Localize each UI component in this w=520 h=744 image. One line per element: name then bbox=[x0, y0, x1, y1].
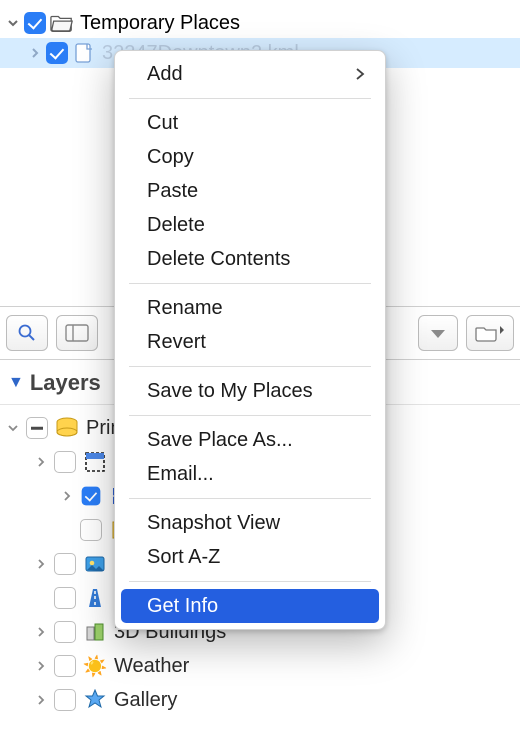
menu-separator bbox=[129, 283, 371, 284]
menu-item-cut[interactable]: Cut bbox=[115, 106, 385, 140]
menu-label: Revert bbox=[147, 331, 206, 354]
menu-label: Delete bbox=[147, 214, 205, 237]
context-menu: Add Cut Copy Paste Delete Delete Content… bbox=[114, 50, 386, 630]
layer-label: Weather bbox=[114, 655, 189, 678]
magnifier-icon bbox=[17, 323, 37, 343]
checkbox-primary-database[interactable] bbox=[26, 417, 48, 439]
chevron-right-icon[interactable] bbox=[34, 693, 48, 707]
panel-toggle-button[interactable] bbox=[56, 315, 98, 351]
menu-label: Paste bbox=[147, 180, 198, 203]
arrow-down-icon bbox=[429, 326, 447, 340]
gallery-icon bbox=[82, 687, 108, 713]
menu-item-copy[interactable]: Copy bbox=[115, 140, 385, 174]
menu-separator bbox=[129, 98, 371, 99]
menu-item-save-to-my-places[interactable]: Save to My Places bbox=[115, 374, 385, 408]
checkbox-borders[interactable] bbox=[54, 451, 76, 473]
folder-open-icon bbox=[50, 11, 74, 35]
menu-label: Rename bbox=[147, 297, 223, 320]
buildings-icon bbox=[82, 619, 108, 645]
chevron-down-icon[interactable] bbox=[6, 16, 20, 30]
layer-row-weather[interactable]: ☀️ Weather bbox=[0, 649, 520, 683]
menu-item-save-place-as[interactable]: Save Place As... bbox=[115, 423, 385, 457]
checkbox-roads[interactable] bbox=[54, 587, 76, 609]
menu-label: Snapshot View bbox=[147, 512, 280, 535]
tree-row-temporary-places[interactable]: Temporary Places bbox=[0, 8, 520, 38]
chevron-right-icon[interactable] bbox=[34, 625, 48, 639]
panel-icon bbox=[65, 324, 89, 342]
menu-label: Email... bbox=[147, 463, 214, 486]
checkbox-weather[interactable] bbox=[54, 655, 76, 677]
menu-label: Delete Contents bbox=[147, 248, 290, 271]
menu-label: Sort A-Z bbox=[147, 546, 220, 569]
dropdown-button[interactable] bbox=[418, 315, 458, 351]
menu-label: Add bbox=[147, 63, 183, 86]
chevron-right-icon[interactable] bbox=[28, 46, 42, 60]
submenu-arrow-icon bbox=[355, 68, 365, 80]
checkbox-photos[interactable] bbox=[54, 553, 76, 575]
menu-item-delete-contents[interactable]: Delete Contents bbox=[115, 242, 385, 276]
chevron-right-icon[interactable] bbox=[60, 489, 74, 503]
menu-item-sort-az[interactable]: Sort A-Z bbox=[115, 540, 385, 574]
menu-separator bbox=[129, 366, 371, 367]
menu-separator bbox=[129, 581, 371, 582]
menu-item-revert[interactable]: Revert bbox=[115, 325, 385, 359]
checkbox-places[interactable] bbox=[80, 519, 102, 541]
tree-label-temporary-places: Temporary Places bbox=[80, 12, 240, 35]
menu-item-snapshot-view[interactable]: Snapshot View bbox=[115, 506, 385, 540]
menu-item-email[interactable]: Email... bbox=[115, 457, 385, 491]
weather-icon: ☀️ bbox=[82, 653, 108, 679]
menu-separator bbox=[129, 498, 371, 499]
layer-label: Gallery bbox=[114, 689, 177, 712]
borders-icon bbox=[82, 449, 108, 475]
layers-title: Layers bbox=[30, 370, 101, 396]
kml-file-icon bbox=[72, 41, 96, 65]
chevron-down-icon[interactable] bbox=[6, 421, 20, 435]
menu-item-delete[interactable]: Delete bbox=[115, 208, 385, 242]
roads-icon bbox=[82, 585, 108, 611]
photos-icon bbox=[82, 551, 108, 577]
menu-separator bbox=[129, 415, 371, 416]
layer-row-gallery[interactable]: Gallery bbox=[0, 683, 520, 717]
checkbox-kml-file[interactable] bbox=[46, 42, 68, 64]
menu-item-paste[interactable]: Paste bbox=[115, 174, 385, 208]
menu-label: Get Info bbox=[147, 595, 218, 618]
menu-item-add[interactable]: Add bbox=[115, 57, 385, 91]
folder-popup-button[interactable] bbox=[466, 315, 514, 351]
checkbox-gallery[interactable] bbox=[54, 689, 76, 711]
search-button[interactable] bbox=[6, 315, 48, 351]
chevron-right-icon[interactable] bbox=[34, 557, 48, 571]
menu-item-get-info[interactable]: Get Info bbox=[121, 589, 379, 623]
folder-popup-icon bbox=[475, 323, 505, 343]
menu-label: Save to My Places bbox=[147, 380, 313, 403]
disclosure-triangle-icon[interactable]: ▼ bbox=[8, 374, 24, 392]
menu-label: Cut bbox=[147, 112, 178, 135]
database-icon bbox=[54, 415, 80, 441]
menu-label: Copy bbox=[147, 146, 194, 169]
menu-label: Save Place As... bbox=[147, 429, 293, 452]
checkbox-3d-buildings[interactable] bbox=[54, 621, 76, 643]
chevron-right-icon[interactable] bbox=[34, 455, 48, 469]
menu-item-rename[interactable]: Rename bbox=[115, 291, 385, 325]
checkbox-borders-sub[interactable] bbox=[82, 487, 101, 506]
chevron-right-icon[interactable] bbox=[34, 659, 48, 673]
checkbox-temporary-places[interactable] bbox=[24, 12, 46, 34]
